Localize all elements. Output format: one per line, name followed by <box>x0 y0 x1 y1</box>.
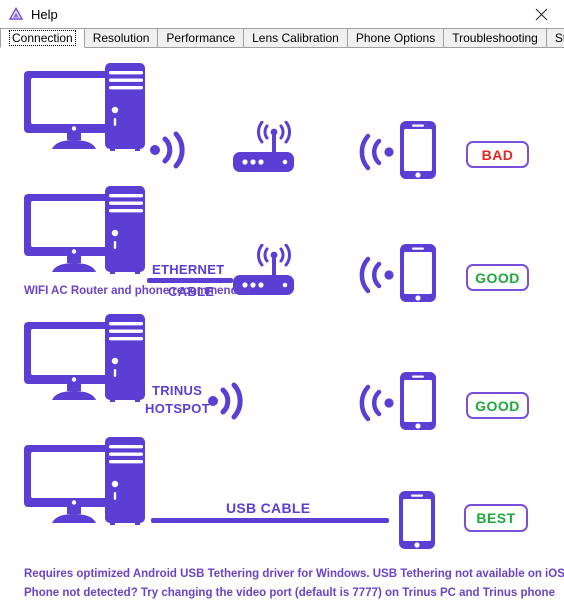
trinus-hotspot-label-line2: HOTSPOT <box>145 401 210 416</box>
tab-phone-options-label: Phone Options <box>355 31 436 45</box>
tab-troubleshooting-label: Troubleshooting <box>452 31 538 45</box>
window-title: Help <box>31 6 58 22</box>
tab-performance[interactable]: Performance <box>157 28 245 47</box>
tab-steamvr[interactable]: SteamVR <box>545 28 564 47</box>
rating-badge-bad: BAD <box>466 141 529 168</box>
usb-cable-label: USB CABLE <box>226 500 311 516</box>
tab-resolution-label: Resolution <box>92 31 150 45</box>
tab-lens-calibration[interactable]: Lens Calibration <box>243 28 348 47</box>
usb-footer-line-2: Phone not detected? Try changing the vid… <box>24 587 555 599</box>
tab-strip: Connection Resolution Performance Lens C… <box>0 28 564 48</box>
title-bar: Help <box>0 0 564 28</box>
diagram-row-usb-cable: USB CABLE BEST Requires optimized Androi… <box>0 423 564 599</box>
rating-badge-good-label: GOOD <box>475 397 520 414</box>
usb-footer-line-1: Requires optimized Android USB Tethering… <box>24 568 564 580</box>
diagram-row-ethernet-router: ETHERNET CABLE GOOD WIFI AC Router and p… <box>0 172 564 302</box>
wifi-ac-router-caption: WIFI AC Router and phone recommended <box>24 285 252 297</box>
smartphone-icon <box>398 242 438 309</box>
tab-resolution[interactable]: Resolution <box>83 28 159 47</box>
tab-phone-options[interactable]: Phone Options <box>346 28 445 47</box>
close-icon[interactable] <box>518 0 564 28</box>
desktop-pc-icon <box>22 312 148 407</box>
desktop-pc-icon <box>22 184 148 279</box>
tab-lens-calibration-label: Lens Calibration <box>252 31 339 45</box>
tab-troubleshooting[interactable]: Troubleshooting <box>443 28 547 47</box>
tab-performance-label: Performance <box>166 31 236 45</box>
rating-badge-good: GOOD <box>466 392 529 419</box>
rating-badge-good: GOOD <box>466 264 529 291</box>
wifi-signal-icon <box>206 382 246 425</box>
wifi-signal-reverse-icon <box>357 256 397 299</box>
usb-cable-line <box>151 518 389 523</box>
diagram-row-trinus-hotspot: TRINUS HOTSPOT GOOD <box>0 300 564 430</box>
rating-badge-good-label: GOOD <box>475 269 520 286</box>
tab-connection-label: Connection <box>9 30 76 46</box>
desktop-pc-icon <box>22 435 148 530</box>
wifi-signal-reverse-icon <box>357 384 397 427</box>
wifi-signal-icon <box>148 131 188 174</box>
rating-badge-best: BEST <box>464 504 528 532</box>
ethernet-cable-label-line1: ETHERNET <box>152 262 225 277</box>
diagram-row-wifi-router: BAD <box>0 49 564 179</box>
rating-badge-bad-label: BAD <box>481 146 514 163</box>
desktop-pc-icon <box>22 61 148 156</box>
smartphone-icon <box>397 489 437 556</box>
rating-badge-best-label: BEST <box>476 510 516 526</box>
tab-steamvr-label: SteamVR <box>554 31 564 45</box>
trinus-hotspot-label-line1: TRINUS <box>152 383 203 398</box>
wifi-signal-reverse-icon <box>357 133 397 176</box>
tab-connection[interactable]: Connection <box>0 28 85 48</box>
trinus-triangle-logo-icon <box>8 6 24 22</box>
connection-diagram: BAD ETHERNET CABLE GOOD WIFI AC Router a… <box>0 49 564 599</box>
